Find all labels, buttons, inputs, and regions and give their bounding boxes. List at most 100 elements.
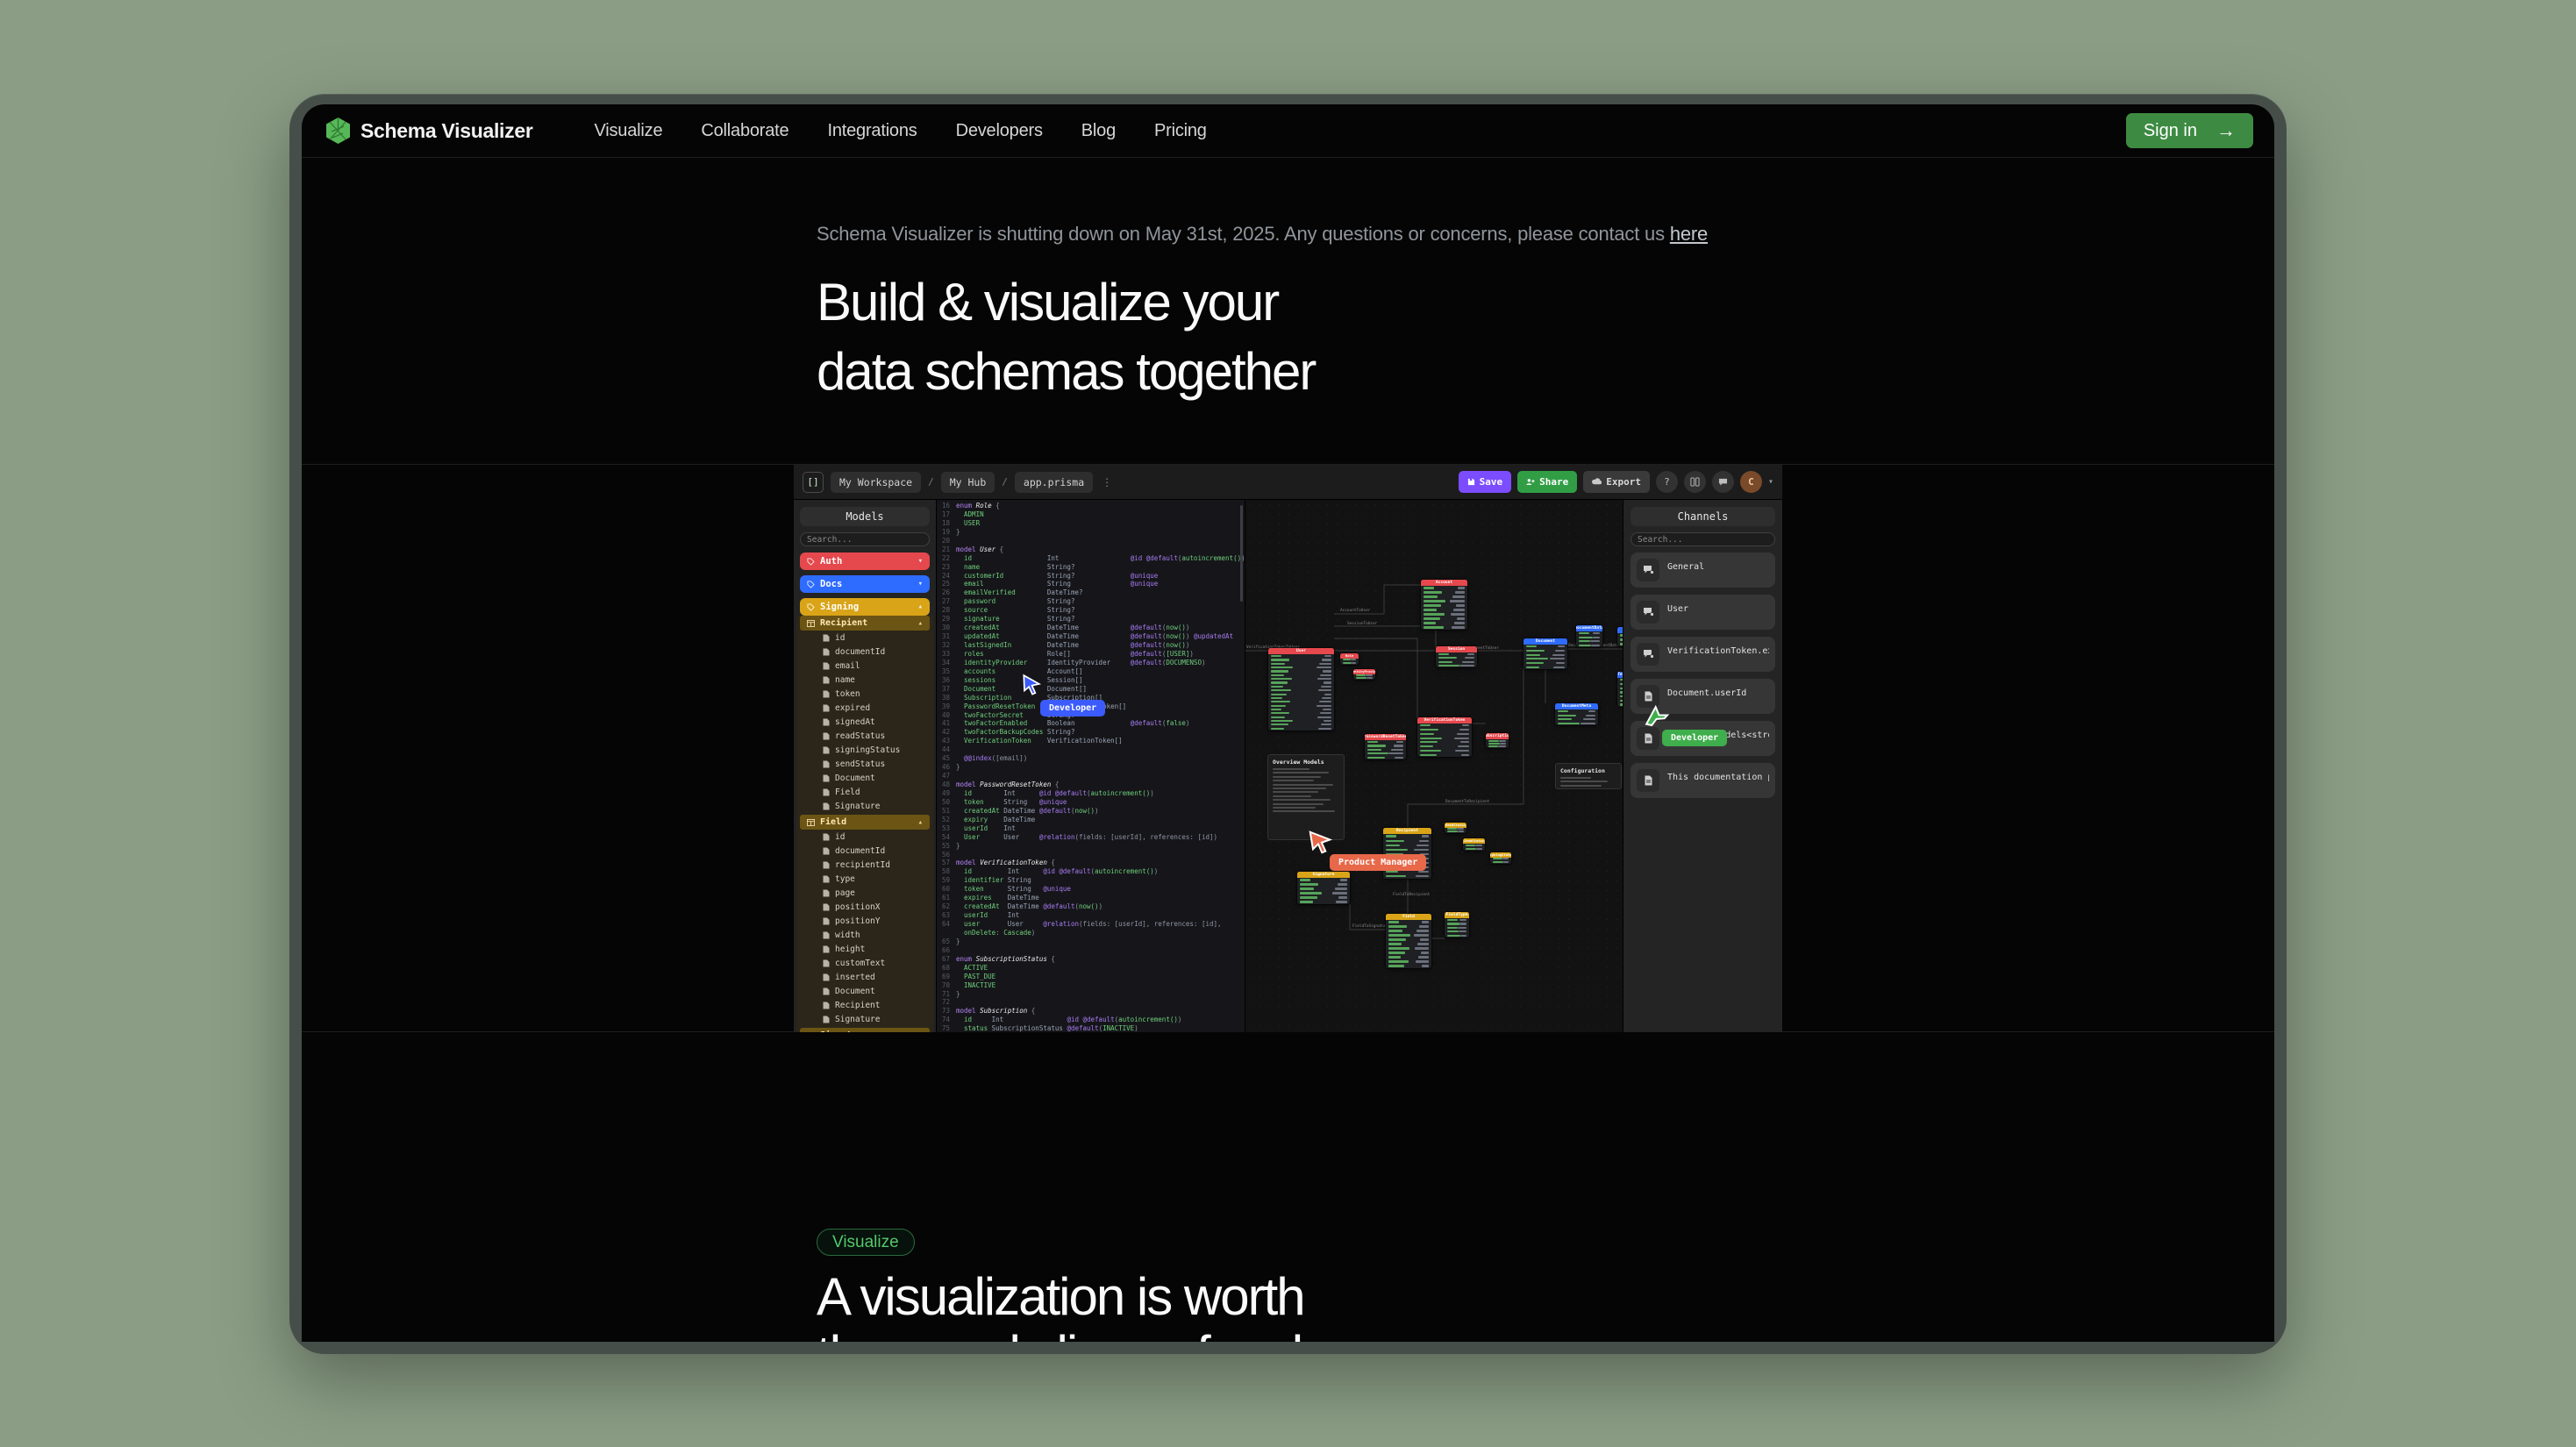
model-field-row[interactable]: id [800, 830, 930, 844]
entity-table-documentdata[interactable]: DocumentData [1576, 625, 1602, 647]
code-text: model Subscription { [956, 1007, 1035, 1016]
channels-search-input[interactable]: Search... [1631, 532, 1775, 546]
model-group-docs[interactable]: Docs▾ [800, 575, 930, 593]
nav-link-blog[interactable]: Blog [1081, 121, 1116, 141]
chevron-down-icon[interactable]: ▾ [918, 557, 923, 566]
model-field-row[interactable]: Recipient [800, 998, 930, 1012]
channel-item[interactable]: VerificationToken.expires [1631, 637, 1775, 672]
field-file-icon [823, 875, 830, 883]
model-field-row[interactable]: signedAt [800, 715, 930, 729]
model-field-row[interactable]: customText [800, 956, 930, 970]
entity-table-field[interactable]: Field [1386, 914, 1431, 968]
brand[interactable]: Schema Visualizer [326, 118, 532, 144]
line-number: 26 [937, 588, 956, 597]
nav-link-integrations[interactable]: Integrations [827, 121, 917, 141]
entity-table-fieldtype[interactable]: FieldType [1445, 912, 1469, 937]
channel-item[interactable]: This documentation provides _ [1631, 763, 1775, 798]
nav-link-pricing[interactable]: Pricing [1154, 121, 1207, 141]
contact-here-link[interactable]: here [1670, 223, 1708, 245]
canvas-note[interactable]: Overview Models [1267, 754, 1345, 840]
chevron-up-icon[interactable]: ▴ [918, 602, 923, 611]
entity-table-passwordresettoken[interactable]: PasswordResetToken [1365, 734, 1406, 759]
model-table-field[interactable]: Field▴ [800, 815, 930, 830]
nav-link-developers[interactable]: Developers [956, 121, 1043, 141]
entity-table-recipient[interactable]: Recipient [1383, 828, 1431, 879]
layout-panels-button[interactable] [1684, 471, 1706, 493]
breadcrumb-menu-icon[interactable]: ⋮ [1102, 476, 1112, 488]
code-line: 36 sessions Session[] [937, 676, 1245, 685]
model-field-row[interactable]: inserted [800, 970, 930, 984]
entity-table-document[interactable]: Document [1523, 638, 1567, 669]
model-field-row[interactable]: token [800, 687, 930, 701]
model-field-row[interactable]: Document [800, 771, 930, 785]
code-text: User User @relation(fields: [userId], re… [956, 833, 1217, 842]
export-button[interactable]: Export [1583, 471, 1650, 493]
model-table-signature[interactable]: Signature▴ [800, 1028, 930, 1032]
entity-table-role[interactable]: Role [1340, 653, 1359, 665]
entity-table-readstatus[interactable]: ReadStatus [1445, 823, 1466, 833]
model-field-row[interactable]: documentId [800, 645, 930, 659]
breadcrumb-workspace[interactable]: My Workspace [831, 472, 921, 493]
chevron-up-icon[interactable]: ▴ [918, 818, 923, 827]
entity-table-subscription[interactable]: Subscription [1486, 733, 1509, 748]
model-group-signing[interactable]: Signing▴ [800, 598, 930, 616]
model-field-row[interactable]: page [800, 886, 930, 900]
help-button[interactable]: ? [1656, 471, 1678, 493]
entity-table-documentmeta[interactable]: DocumentMeta [1555, 703, 1598, 725]
model-field-row[interactable]: positionX [800, 900, 930, 914]
entity-table-verificationtoken[interactable]: VerificationToken [1417, 717, 1472, 757]
sign-in-button[interactable]: Sign in → [2126, 113, 2253, 148]
model-field-row[interactable]: type [800, 872, 930, 886]
share-button[interactable]: Share [1517, 471, 1577, 493]
diagram-canvas[interactable]: AccountToUserSessionToUserDocumentToUser… [1245, 500, 1623, 1032]
model-field-row[interactable]: positionY [800, 914, 930, 928]
code-line: 64 user User @relation(fields: [userId],… [937, 920, 1245, 929]
model-field-row[interactable]: id [800, 631, 930, 645]
save-button[interactable]: Save [1459, 471, 1512, 493]
model-field-row[interactable]: Field [800, 785, 930, 799]
model-field-row[interactable]: documentId [800, 844, 930, 858]
channel-item[interactable]: User [1631, 595, 1775, 630]
model-group-auth[interactable]: Auth▾ [800, 552, 930, 570]
model-table-recipient[interactable]: Recipient▴ [800, 616, 930, 631]
code-text: PAST_DUE [956, 973, 995, 981]
breadcrumb-hub[interactable]: My Hub [941, 472, 995, 493]
model-field-row[interactable]: Document [800, 984, 930, 998]
terminal-icon[interactable]: [] [803, 472, 824, 493]
model-field-row[interactable]: expired [800, 701, 930, 715]
code-line: 24 customerId String? @unique [937, 572, 1245, 581]
nav-link-visualize[interactable]: Visualize [594, 121, 662, 141]
model-field-row[interactable]: Signature [800, 799, 930, 813]
model-field-row[interactable]: width [800, 928, 930, 942]
code-text: } [956, 990, 960, 999]
entity-table-session[interactable]: Session [1436, 646, 1477, 667]
entity-table-sendstatus[interactable]: SendStatus [1463, 838, 1485, 851]
breadcrumb-file[interactable]: app.prisma [1015, 472, 1093, 493]
shutdown-notice: Schema Visualizer is shutting down on Ma… [817, 223, 2274, 246]
channel-item[interactable]: General [1631, 552, 1775, 588]
model-field-row[interactable]: height [800, 942, 930, 956]
model-field-row[interactable]: Signature [800, 1012, 930, 1026]
model-field-row[interactable]: name [800, 673, 930, 687]
editor-scrollbar[interactable] [1240, 505, 1243, 602]
entity-table-account[interactable]: Account [1421, 580, 1467, 630]
comments-button[interactable] [1712, 471, 1734, 493]
entity-table-signingstatus[interactable]: SigningStatus [1490, 852, 1511, 864]
canvas-note[interactable]: Configuration [1555, 763, 1622, 789]
model-field-row[interactable]: email [800, 659, 930, 673]
entity-table-identityprovider[interactable]: IdentityProvider [1353, 669, 1375, 680]
nav-link-collaborate[interactable]: Collaborate [701, 121, 788, 141]
schema-code-editor[interactable]: 16enum Role {17 ADMIN18 USER19}2021model… [937, 500, 1245, 1032]
models-search-input[interactable]: Search... [800, 532, 930, 546]
chevron-up-icon[interactable]: ▴ [918, 1031, 923, 1033]
chevron-down-icon[interactable]: ▾ [918, 580, 923, 588]
model-field-row[interactable]: readStatus [800, 729, 930, 743]
chevron-up-icon[interactable]: ▴ [918, 619, 923, 628]
user-avatar[interactable]: C [1740, 471, 1762, 493]
entity-table-user[interactable]: User [1268, 648, 1334, 731]
model-field-row[interactable]: signingStatus [800, 743, 930, 757]
chevron-down-icon[interactable]: ▾ [1768, 477, 1773, 487]
entity-table-signature[interactable]: Signature [1297, 872, 1350, 904]
model-field-row[interactable]: recipientId [800, 858, 930, 872]
model-field-row[interactable]: sendStatus [800, 757, 930, 771]
